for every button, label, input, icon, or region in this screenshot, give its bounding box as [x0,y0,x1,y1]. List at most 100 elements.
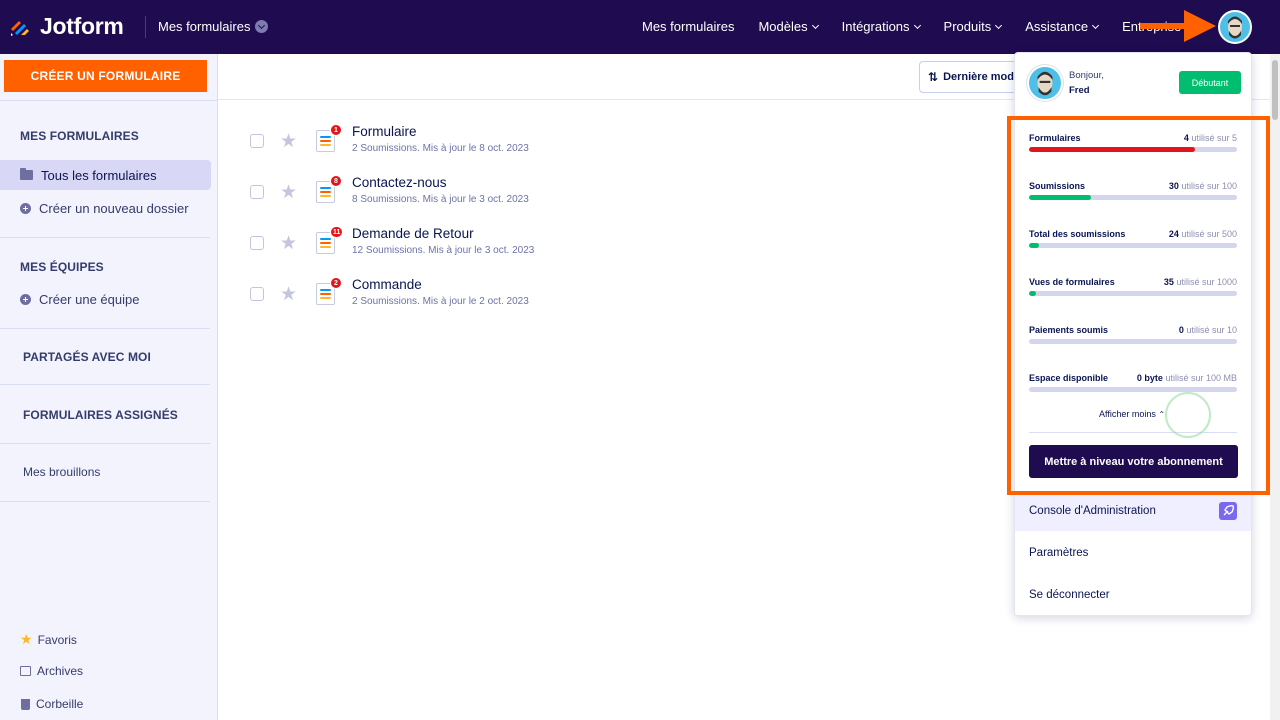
sidebar-item-label: Créer un nouveau dossier [39,201,189,216]
menu-item-label: Se déconnecter [1029,589,1110,601]
form-checkbox[interactable] [250,185,264,199]
menu-item-label: Console d'Administration [1029,505,1156,517]
form-row[interactable]: ★ 2 Commande 2 Soumissions. Mis à jour le 2… [248,277,948,317]
cursor-indicator [1165,392,1211,438]
scrollbar-thumb[interactable] [1272,60,1278,120]
form-meta: 12 Soumissions. Mis à jour le 3 oct. 202… [352,245,535,256]
chevron-down-icon [995,21,1003,29]
sidebar-item-label: Archives [37,664,84,678]
star-icon[interactable]: ★ [280,181,297,204]
sidebar-item-label: Créer une équipe [39,292,140,307]
form-checkbox[interactable] [250,134,264,148]
sidebar-item-label: Corbeille [36,697,84,711]
menu-item-logout[interactable]: Se déconnecter [1015,575,1251,615]
folder-icon [20,168,33,180]
submission-badge: 1 [330,124,342,136]
orange-arrow-annotation-icon [1140,10,1216,42]
sidebar-item-archives[interactable]: Archives [20,664,83,678]
nav-label: Intégrations [841,19,910,34]
form-title[interactable]: Commande [352,277,422,292]
chevron-down-icon [811,21,819,29]
section-my-forms: MES FORMULAIRES [20,129,139,143]
breadcrumb-label: Mes formulaires [158,19,251,34]
form-title[interactable]: Demande de Retour [352,226,474,241]
star-icon: ★ [20,631,33,647]
form-checkbox[interactable] [250,287,264,301]
avatar-icon [1037,71,1053,96]
sidebar-item-shared[interactable]: PARTAGÉS AVEC MOI [23,350,151,364]
user-avatar-button[interactable] [1218,10,1252,44]
divider [0,237,210,238]
create-form-button[interactable]: CRÉER UN FORMULAIRE [4,60,207,92]
greeting: Bonjour, [1069,70,1104,81]
nav-label: Mes formulaires [642,19,735,34]
form-row[interactable]: ★ 11 Demande de Retour 12 Soumissions. Mis … [248,226,948,266]
nav-label: Assistance [1025,19,1089,34]
star-icon[interactable]: ★ [280,130,297,153]
sidebar-item-trash[interactable]: Corbeille [20,697,83,711]
star-icon[interactable]: ★ [280,283,297,306]
divider [0,328,210,329]
sidebar-item-new-folder[interactable]: Créer un nouveau dossier [20,201,189,216]
form-meta: 8 Soumissions. Mis à jour le 3 oct. 2023 [352,194,529,205]
sort-label: Dernière mod [943,71,1014,83]
section-my-teams: MES ÉQUIPES [20,260,104,274]
sort-icon: ⇅ [928,70,939,84]
sidebar-item-label: Tous les formulaires [41,167,157,183]
sidebar-item-create-team[interactable]: Créer une équipe [20,292,139,307]
sidebar-item-label: Mes brouillons [23,465,101,479]
plus-circle-icon [20,294,31,305]
menu-item-admin-console[interactable]: Console d'Administration [1015,491,1251,531]
sidebar-item-label: Favoris [37,632,77,647]
star-icon[interactable]: ★ [280,232,297,255]
submission-badge: 8 [330,175,342,187]
form-row[interactable]: ★ 8 Contactez-nous 8 Soumissions. Mis à jou… [248,175,948,215]
divider [0,443,210,444]
form-meta: 2 Soumissions. Mis à jour le 2 oct. 2023 [352,296,529,307]
user-name: Fred [1069,85,1090,96]
logo-divider [145,16,146,38]
nav-my-forms[interactable]: Mes formulaires [642,19,734,34]
submission-badge: 11 [330,226,344,238]
breadcrumb[interactable]: Mes formulaires [158,19,269,34]
plus-circle-icon [20,203,31,214]
form-title[interactable]: Contactez-nous [352,175,447,190]
top-navigation-bar: Jotform Mes formulaires Mes formulaires … [0,0,1280,54]
sidebar: CRÉER UN FORMULAIRE MES FORMULAIRES Tous… [0,54,218,720]
rocket-icon [1219,502,1237,520]
divider [0,100,218,101]
archive-icon [20,666,31,676]
menu-item-label: Paramètres [1029,547,1089,559]
scrollbar-track[interactable] [1270,54,1280,720]
chevron-down-icon [1092,21,1100,29]
nav-support[interactable]: Assistance [1025,19,1100,34]
nav-label: Modèles [758,19,808,34]
sort-button[interactable]: ⇅ Dernière mod [919,61,1029,93]
form-title[interactable]: Formulaire [352,124,417,139]
sidebar-item-drafts[interactable]: Mes brouillons [23,465,100,479]
avatar-icon [1228,16,1242,39]
avatar [1027,65,1063,101]
menu-item-settings[interactable]: Paramètres [1015,533,1251,573]
brand-name: Jotform [40,13,124,39]
nav-templates[interactable]: Modèles [758,19,819,34]
divider [0,501,210,502]
jotform-logo-icon [11,20,29,36]
main-nav: Mes formulaires Modèles Intégrations Pro… [642,19,1205,34]
trash-icon [21,698,30,710]
nav-products[interactable]: Produits [943,19,1003,34]
jotform-logo[interactable]: Jotform [8,13,124,40]
sidebar-item-all-forms[interactable]: Tous les formulaires [0,160,211,190]
sidebar-item-assigned[interactable]: FORMULAIRES ASSIGNÉS [23,408,178,422]
submission-badge: 2 [330,277,342,289]
nav-label: Produits [943,19,992,34]
sidebar-item-favorites[interactable]: ★ Favoris [20,631,77,648]
chevron-down-icon [255,20,269,33]
form-row[interactable]: ★ 1 Formulaire 2 Soumissions. Mis à jour le… [248,124,948,164]
nav-integrations[interactable]: Intégrations [841,19,921,34]
form-checkbox[interactable] [250,236,264,250]
form-meta: 2 Soumissions. Mis à jour le 8 oct. 2023 [352,143,529,154]
plan-badge[interactable]: Débutant [1179,71,1241,94]
chevron-down-icon [913,21,921,29]
divider [0,384,210,385]
